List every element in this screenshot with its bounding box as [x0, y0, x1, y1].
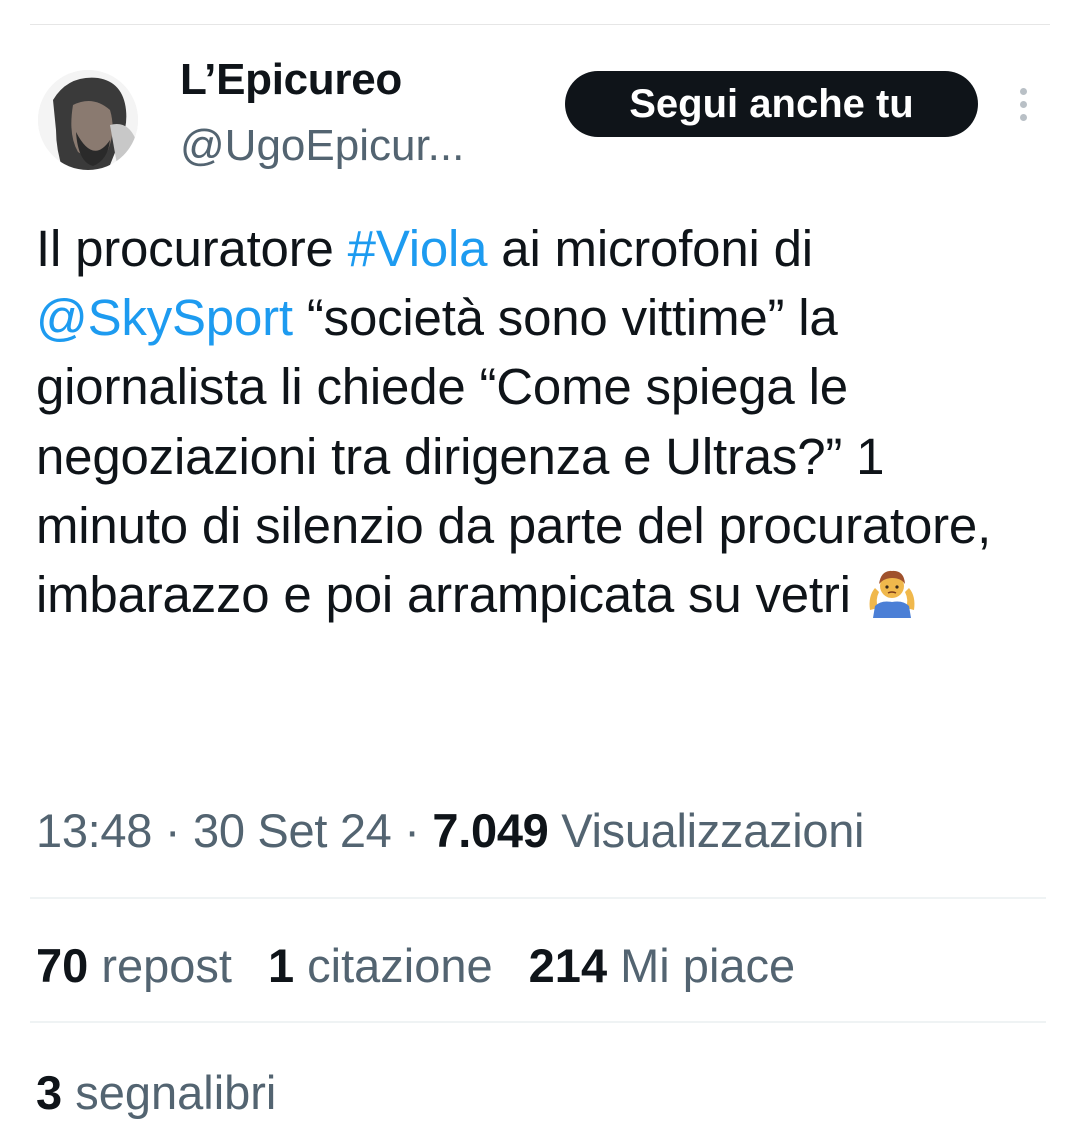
avatar-photo-icon — [38, 70, 138, 170]
user-handle[interactable]: @UgoEpicur... — [180, 118, 464, 174]
quotes-count: 1 — [267, 939, 295, 992]
separator: · — [391, 804, 433, 857]
bookmarks-label: segnalibri — [62, 1066, 277, 1119]
reposts-stat[interactable]: 70 repost — [36, 939, 232, 992]
mention-link[interactable]: @SkySport — [36, 289, 293, 346]
tweet-meta: 13:48 · 30 Set 24 · 7.049 Visualizzazion… — [36, 800, 865, 862]
bookmarks-count: 3 — [36, 1066, 63, 1119]
views-label: Visualizzazioni — [548, 804, 865, 857]
quotes-stat[interactable]: 1 citazione — [268, 939, 493, 992]
reposts-label: repost — [88, 939, 232, 992]
hashtag-link[interactable]: #Viola — [348, 220, 488, 277]
person-shrugging-icon — [865, 566, 919, 635]
likes-count: 214 — [528, 939, 608, 992]
separator: · — [152, 804, 193, 857]
tweet-text: Il procuratore #Viola ai microfoni di @S… — [36, 214, 1046, 635]
bookmarks-stat[interactable]: 3 segnalibri — [36, 1062, 276, 1124]
avatar[interactable] — [38, 70, 138, 170]
divider — [30, 897, 1046, 899]
tweet-date[interactable]: 30 Set 24 — [193, 804, 392, 857]
likes-stat[interactable]: 214 Mi piace — [529, 939, 796, 992]
divider — [30, 1021, 1046, 1023]
views-count: 7.049 — [432, 804, 549, 857]
reposts-count: 70 — [36, 939, 89, 992]
likes-label: Mi piace — [607, 939, 796, 992]
tweet-time[interactable]: 13:48 — [36, 804, 152, 857]
follow-button[interactable]: Segui anche tu — [565, 71, 978, 137]
more-vertical-icon[interactable] — [1013, 88, 1033, 124]
top-divider — [30, 24, 1050, 25]
tweet-text-part: ai microfoni di — [487, 220, 813, 277]
tweet-text-part: Il procuratore — [36, 220, 348, 277]
display-name[interactable]: L’Epicureo — [180, 50, 402, 110]
engagement-stats: 70 repost 1 citazione 214 Mi piace — [36, 935, 831, 997]
quotes-label: citazione — [294, 939, 493, 992]
